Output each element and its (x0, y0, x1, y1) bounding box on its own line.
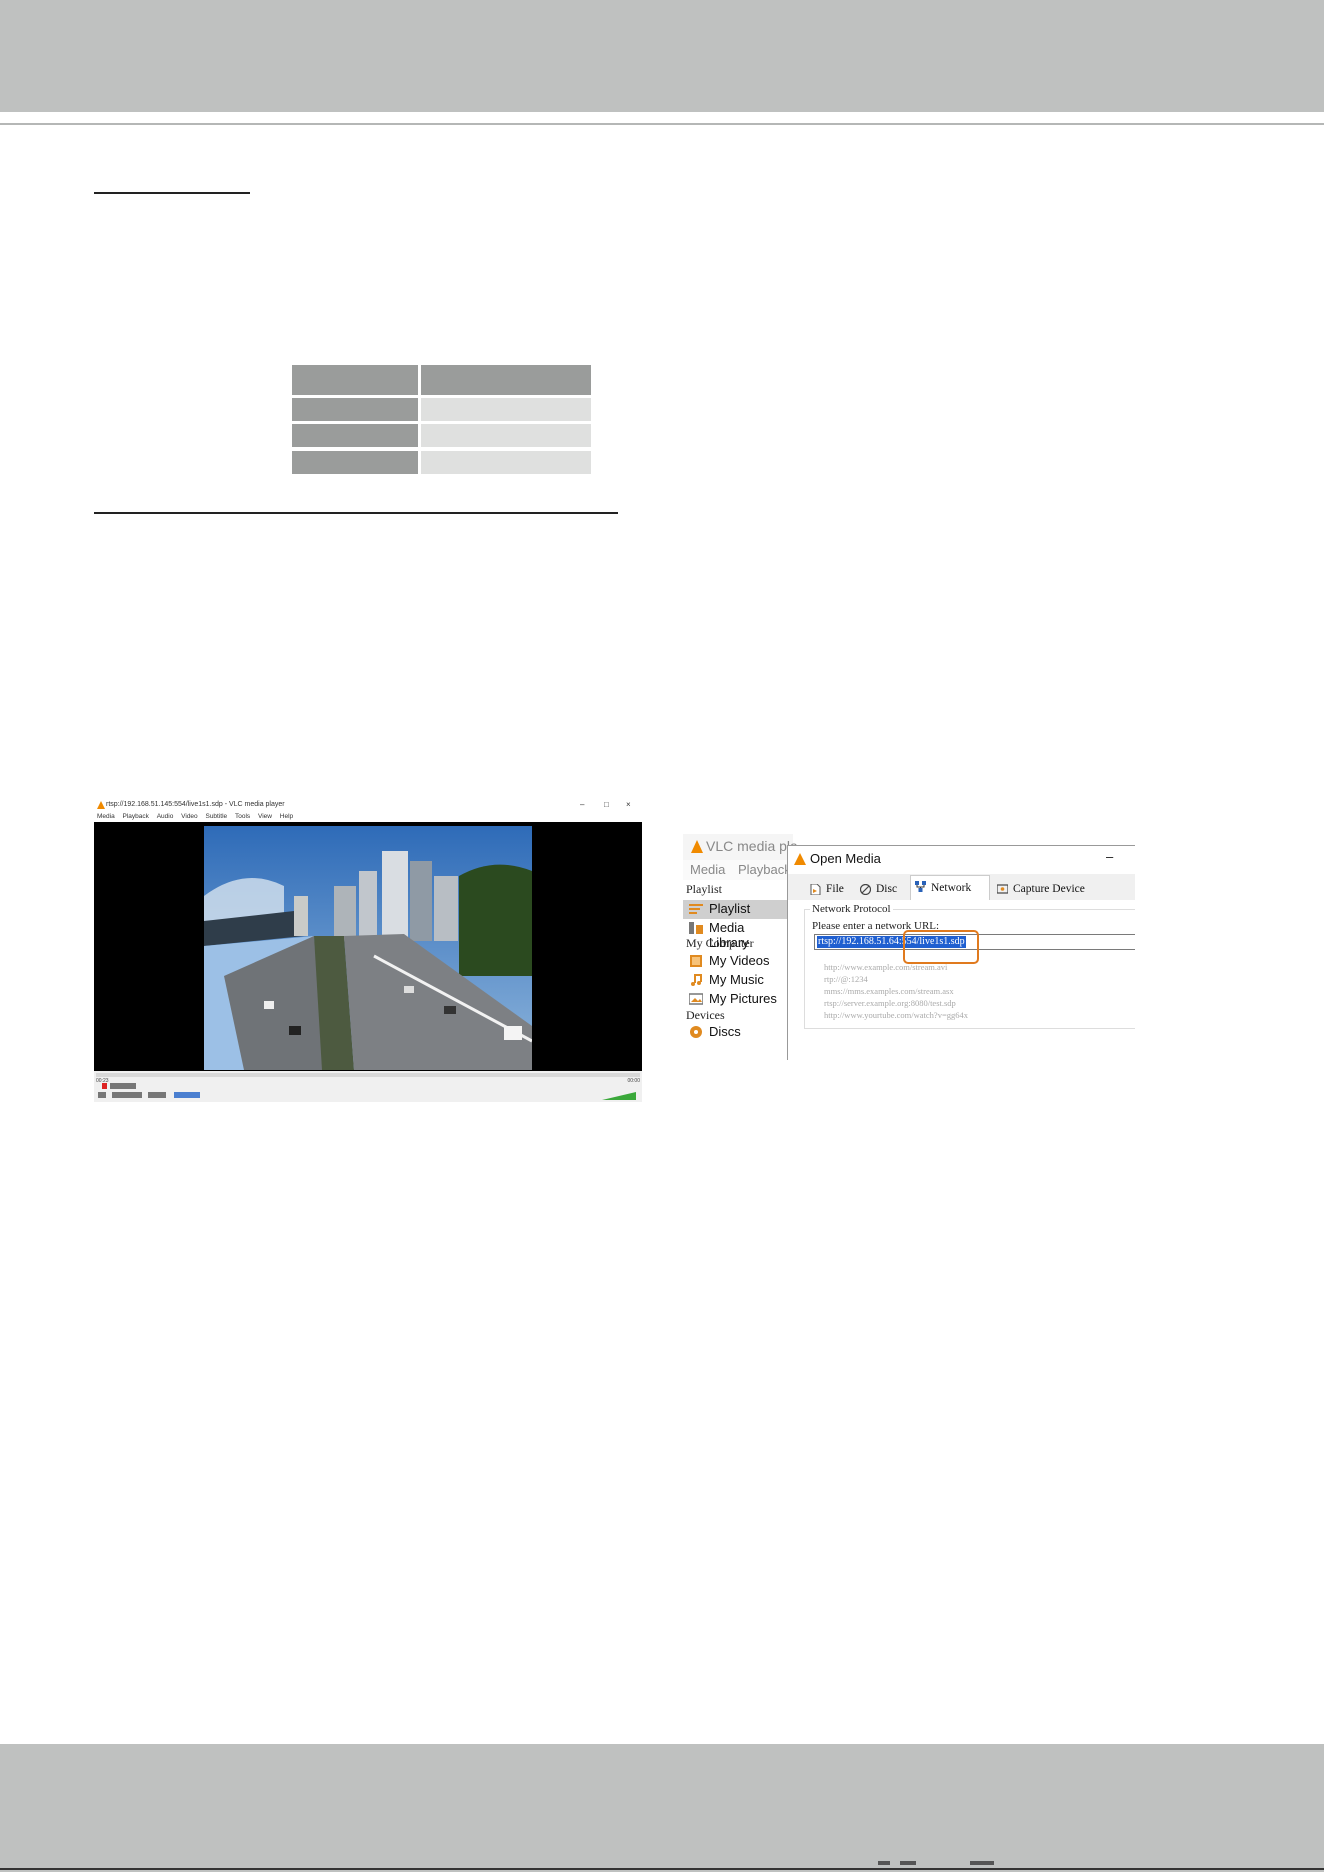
table-cell (292, 451, 418, 474)
playback-buttons[interactable] (112, 1092, 142, 1098)
minimize-button[interactable]: – (580, 799, 584, 811)
example-url: rtp://@:1234 (824, 974, 868, 984)
sidebar-item-label: My Videos (709, 953, 770, 968)
tab-label: Network (931, 882, 972, 894)
volume-slider[interactable] (602, 1092, 636, 1100)
footer-mark (970, 1861, 994, 1865)
table-cell (421, 424, 591, 447)
footer-mark (900, 1861, 916, 1865)
sidebar-item-my-pictures[interactable]: My Pictures (683, 990, 787, 1009)
media-library-icon (689, 922, 703, 934)
section-heading-underline (94, 192, 250, 194)
minimize-button[interactable]: – (1106, 849, 1113, 864)
vlc-back-title: VLC media pla (706, 838, 798, 854)
open-media-screenshot: VLC media pla Media Playback Playlist Pl… (683, 834, 1135, 1060)
playlist-buttons[interactable] (174, 1092, 200, 1098)
sidebar-section-devices: Devices (686, 1008, 725, 1022)
example-url: http://www.example.com/stream.avi (824, 962, 948, 972)
header-band (0, 0, 1324, 112)
network-panel: Network Protocol Please enter a network … (788, 900, 1135, 1060)
music-note-icon (691, 974, 702, 986)
menu-audio[interactable]: Audio (157, 813, 174, 820)
table-cell (292, 398, 418, 421)
tab-label: Capture Device (1013, 883, 1085, 895)
close-button[interactable]: × (626, 799, 631, 811)
record-button[interactable] (102, 1083, 107, 1089)
open-media-dialog: Open Media – File Disc Network Capture D… (787, 845, 1135, 1060)
highlight-box (903, 930, 979, 964)
sidebar-item-label: My Music (709, 972, 764, 987)
sidebar-section-my-computer: My Computer (686, 936, 754, 950)
vlc-menubar: Media Playback Audio Video Subtitle Tool… (94, 811, 642, 822)
header-rule (0, 123, 1324, 125)
table-cell (292, 424, 418, 447)
capture-device-icon (997, 884, 1008, 894)
menu-playback[interactable]: Playback (738, 862, 791, 877)
playlist-icon (689, 904, 703, 914)
menu-tools[interactable]: Tools (235, 813, 250, 820)
total-time: 00:00 (627, 1078, 640, 1084)
highway-video-image (204, 826, 532, 1070)
menu-playback[interactable]: Playback (123, 813, 149, 820)
sidebar-item-label: Playlist (709, 901, 751, 916)
file-icon (810, 884, 821, 895)
sidebar-item-discs[interactable]: Discs (683, 1023, 787, 1042)
vlc-back-titlebar: VLC media pla (683, 834, 798, 860)
dialog-titlebar: Open Media – (788, 846, 1135, 874)
group-title: Network Protocol (810, 903, 893, 915)
menu-subtitle[interactable]: Subtitle (205, 813, 227, 820)
tab-disc[interactable]: Disc (856, 878, 908, 900)
menu-video[interactable]: Video (181, 813, 198, 820)
vlc-cone-icon (97, 801, 105, 809)
network-icon (915, 881, 926, 892)
example-url: mms://mms.examples.com/stream.asx (824, 986, 954, 996)
pause-button[interactable] (98, 1092, 106, 1098)
vlc-cone-icon (794, 853, 806, 865)
footer-band (0, 1744, 1324, 1872)
disc-icon (860, 884, 871, 895)
table-cell (421, 451, 591, 474)
menu-help[interactable]: Help (280, 813, 293, 820)
sidebar-item-my-music[interactable]: My Music (683, 971, 787, 990)
vlc-player-screenshot: rtsp://192.168.51.145:554/live1s1.sdp - … (94, 799, 642, 1102)
sidebar-item-label: Discs (709, 1024, 741, 1039)
table-header-cell (421, 365, 591, 395)
table-cell (421, 398, 591, 421)
tab-file[interactable]: File (806, 878, 856, 900)
disc-icon (690, 1026, 702, 1038)
sidebar-section-playlist: Playlist (686, 882, 723, 896)
table-header-cell (292, 365, 418, 395)
video-frame (204, 826, 532, 1070)
vlc-titlebar: rtsp://192.168.51.145:554/live1s1.sdp - … (94, 799, 642, 811)
tab-label: File (826, 883, 844, 895)
vlc-window-title: rtsp://192.168.51.145:554/live1s1.sdp - … (106, 801, 285, 808)
fullscreen-button[interactable] (148, 1092, 166, 1098)
film-icon (690, 955, 702, 967)
tab-capture-device[interactable]: Capture Device (993, 878, 1093, 900)
menu-media[interactable]: Media (690, 862, 725, 877)
menu-media[interactable]: Media (97, 813, 115, 820)
vlc-controls: 00:23 00:00 (94, 1071, 642, 1102)
sidebar-item-playlist[interactable]: Playlist (683, 900, 787, 919)
subsection-heading-underline (94, 512, 618, 514)
tab-label: Disc (876, 883, 898, 895)
sidebar-item-label: My Pictures (709, 991, 777, 1006)
tab-network[interactable]: Network (910, 875, 990, 901)
sidebar-item-my-videos[interactable]: My Videos (683, 952, 787, 971)
tab-bar: File Disc Network Capture Device (788, 874, 1135, 901)
dialog-title: Open Media (810, 851, 881, 866)
example-url: rtsp://server.example.org:8080/test.sdp (824, 998, 956, 1008)
vlc-back-menubar: Media Playback (683, 860, 793, 880)
example-url: http://www.yourtube.com/watch?v=gg64x (824, 1010, 968, 1020)
maximize-button[interactable]: □ (604, 799, 609, 811)
picture-icon (689, 993, 703, 1005)
vlc-cone-icon (691, 840, 703, 853)
menu-view[interactable]: View (258, 813, 272, 820)
footer-rule (0, 1868, 1324, 1870)
seek-bar[interactable] (96, 1073, 640, 1077)
advanced-controls[interactable] (110, 1083, 136, 1089)
footer-mark (878, 1861, 890, 1865)
vlc-sidebar: Playlist Playlist Media Library My Compu… (683, 880, 787, 1060)
